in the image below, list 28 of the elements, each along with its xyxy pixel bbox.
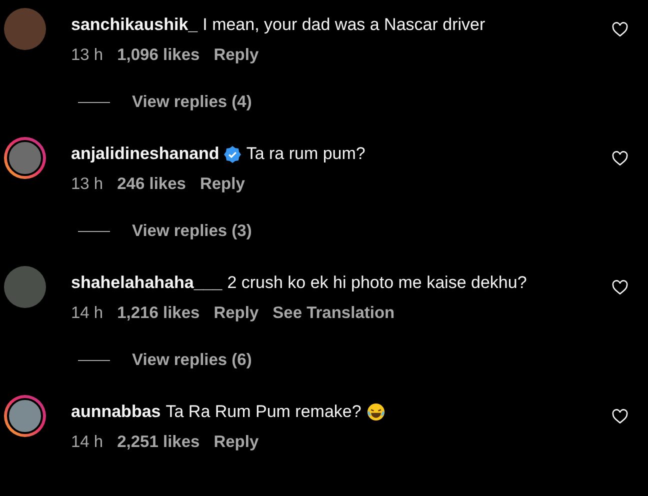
reply-link[interactable]: Reply [214, 45, 259, 65]
comment-text: I mean, your dad was a Nascar driver [202, 15, 486, 35]
like-count[interactable]: 2,251 likes [117, 432, 200, 452]
view-replies-link[interactable]: View replies (6) [132, 350, 252, 370]
username[interactable]: anjalidineshanand [71, 144, 220, 164]
reply-link[interactable]: Reply [214, 303, 259, 323]
heart-icon[interactable] [612, 151, 628, 166]
view-replies-link[interactable]: View replies (3) [132, 221, 252, 241]
username[interactable]: shahelahahaha___ [71, 273, 222, 293]
see-translation-link[interactable]: See Translation [272, 303, 395, 323]
heart-icon[interactable] [612, 280, 628, 295]
view-replies-link[interactable]: View replies (4) [132, 92, 252, 112]
comment-time: 13 h [71, 45, 104, 65]
like-count[interactable]: 246 likes [117, 174, 186, 194]
username[interactable]: sanchikaushik_ [71, 15, 198, 35]
comment-time: 14 h [71, 432, 104, 452]
comment-text: Ta ra rum pum? [246, 144, 366, 164]
comment-time: 14 h [71, 303, 104, 323]
comment-text: 2 crush ko ek hi photo me kaise dekhu? [227, 273, 527, 293]
comment-text: Ta Ra Rum Pum remake? [166, 402, 362, 422]
heart-icon[interactable] [612, 22, 628, 37]
heart-icon[interactable] [612, 409, 628, 424]
reply-link[interactable]: Reply [214, 432, 259, 452]
like-count[interactable]: 1,216 likes [117, 303, 200, 323]
like-count[interactable]: 1,096 likes [117, 45, 200, 65]
username[interactable]: aunnabbas [71, 402, 161, 422]
comment-time: 13 h [71, 174, 104, 194]
reply-link[interactable]: Reply [200, 174, 245, 194]
